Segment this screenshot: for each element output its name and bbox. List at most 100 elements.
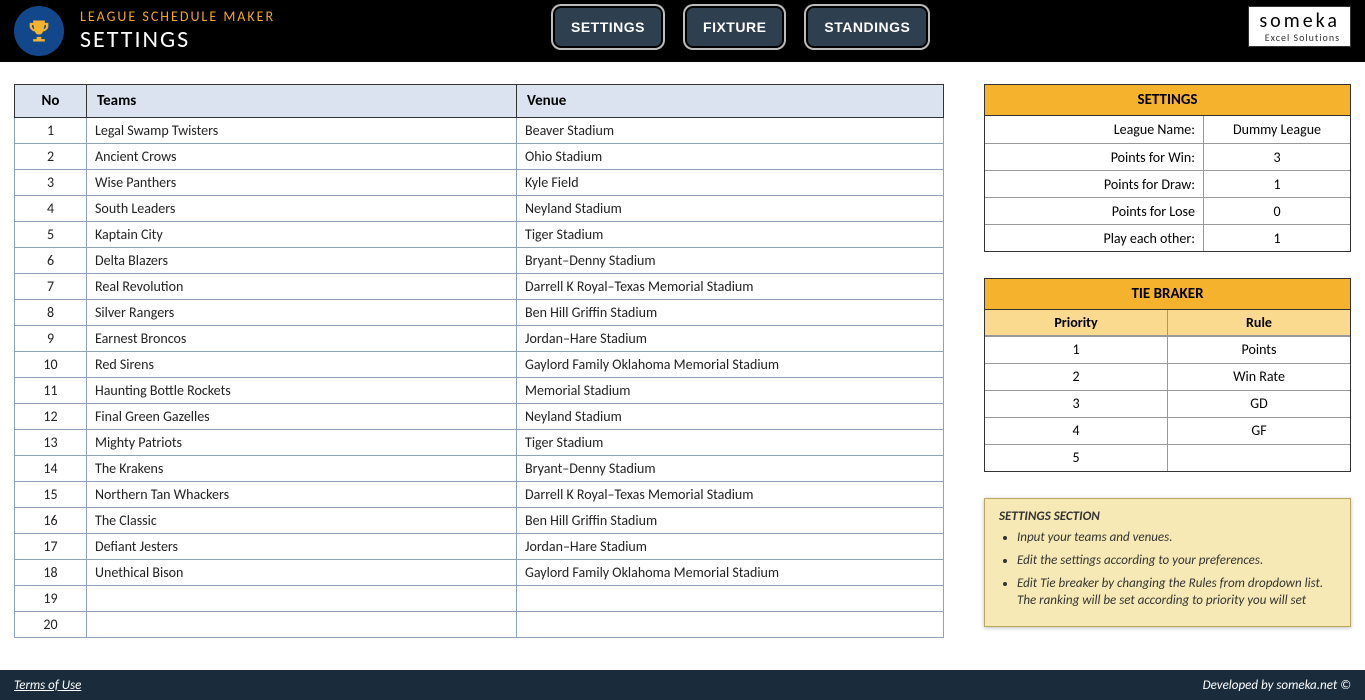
nav-standings-button[interactable]: STANDINGS	[808, 8, 926, 46]
cell-venue[interactable]: Neyland Stadium	[517, 196, 944, 222]
cell-venue[interactable]: Bryant–Denny Stadium	[517, 248, 944, 274]
cell-team[interactable]: Legal Swamp Twisters	[87, 118, 517, 144]
settings-value[interactable]: 1	[1204, 170, 1350, 197]
settings-label: Play each other:	[985, 224, 1204, 251]
tiebraker-panel: TIE BRAKER Priority Rule 1Points2Win Rat…	[984, 278, 1351, 472]
cell-no[interactable]: 16	[15, 508, 87, 534]
table-row: 5Kaptain CityTiger Stadium	[15, 222, 944, 248]
cell-venue[interactable]: Kyle Field	[517, 170, 944, 196]
cell-team[interactable]: The Classic	[87, 508, 517, 534]
table-row: 12Final Green GazellesNeyland Stadium	[15, 404, 944, 430]
cell-team[interactable]: Unethical Bison	[87, 560, 517, 586]
developer-credit: Developed by someka.net ©	[1203, 678, 1351, 693]
table-row: 17Defiant JestersJordan–Hare Stadium	[15, 534, 944, 560]
table-row: 14The KrakensBryant–Denny Stadium	[15, 456, 944, 482]
tie-priority: 4	[985, 417, 1168, 444]
cell-no[interactable]: 19	[15, 586, 87, 612]
tie-rule[interactable]	[1168, 444, 1350, 471]
cell-team[interactable]: Final Green Gazelles	[87, 404, 517, 430]
page-title: SETTINGS	[80, 25, 275, 54]
cell-team[interactable]: Delta Blazers	[87, 248, 517, 274]
cell-no[interactable]: 13	[15, 430, 87, 456]
tie-rule[interactable]: Points	[1168, 336, 1350, 363]
table-row: 20	[15, 612, 944, 638]
cell-venue[interactable]: Tiger Stadium	[517, 222, 944, 248]
table-row: 16The ClassicBen Hill Griffin Stadium	[15, 508, 944, 534]
tie-row: 5	[985, 444, 1350, 471]
cell-venue[interactable]: Memorial Stadium	[517, 378, 944, 404]
cell-team[interactable]: Northern Tan Whackers	[87, 482, 517, 508]
cell-no[interactable]: 2	[15, 144, 87, 170]
tie-rule[interactable]: GF	[1168, 417, 1350, 444]
nav-fixture-button[interactable]: FIXTURE	[687, 8, 782, 46]
cell-team[interactable]: Red Sirens	[87, 352, 517, 378]
cell-team[interactable]: Defiant Jesters	[87, 534, 517, 560]
cell-team[interactable]: The Krakens	[87, 456, 517, 482]
nav-settings-button[interactable]: SETTINGS	[555, 8, 661, 46]
cell-no[interactable]: 15	[15, 482, 87, 508]
cell-no[interactable]: 5	[15, 222, 87, 248]
cell-no[interactable]: 18	[15, 560, 87, 586]
settings-value[interactable]: 0	[1204, 197, 1350, 224]
settings-value[interactable]: 1	[1204, 224, 1350, 251]
cell-no[interactable]: 7	[15, 274, 87, 300]
cell-no[interactable]: 1	[15, 118, 87, 144]
cell-no[interactable]: 10	[15, 352, 87, 378]
cell-venue[interactable]: Darrell K Royal–Texas Memorial Stadium	[517, 274, 944, 300]
cell-venue[interactable]: Ben Hill Griffin Stadium	[517, 508, 944, 534]
cell-no[interactable]: 8	[15, 300, 87, 326]
cell-venue[interactable]	[517, 612, 944, 638]
cell-venue[interactable]: Bryant–Denny Stadium	[517, 456, 944, 482]
cell-venue[interactable]: Beaver Stadium	[517, 118, 944, 144]
cell-venue[interactable]: Neyland Stadium	[517, 404, 944, 430]
settings-label: Points for Draw:	[985, 170, 1204, 197]
cell-venue[interactable]: Darrell K Royal–Texas Memorial Stadium	[517, 482, 944, 508]
cell-venue[interactable]: Gaylord Family Oklahoma Memorial Stadium	[517, 560, 944, 586]
tie-priority: 3	[985, 390, 1168, 417]
tie-priority: 2	[985, 363, 1168, 390]
table-row: 10Red SirensGaylord Family Oklahoma Memo…	[15, 352, 944, 378]
tie-row: 2Win Rate	[985, 363, 1350, 390]
cell-team[interactable]: Ancient Crows	[87, 144, 517, 170]
cell-venue[interactable]: Jordan–Hare Stadium	[517, 534, 944, 560]
cell-venue[interactable]: Ben Hill Griffin Stadium	[517, 300, 944, 326]
cell-no[interactable]: 9	[15, 326, 87, 352]
settings-row: Points for Win:3	[985, 143, 1350, 170]
cell-no[interactable]: 17	[15, 534, 87, 560]
table-row: 13Mighty PatriotsTiger Stadium	[15, 430, 944, 456]
title-block: LEAGUE SCHEDULE MAKER SETTINGS	[80, 8, 275, 54]
cell-team[interactable]: Haunting Bottle Rockets	[87, 378, 517, 404]
cell-no[interactable]: 11	[15, 378, 87, 404]
help-item: Input your teams and venues.	[1017, 530, 1336, 547]
settings-value[interactable]: Dummy League	[1204, 116, 1350, 143]
help-title: SETTINGS SECTION	[999, 509, 1336, 524]
cell-team[interactable]	[87, 612, 517, 638]
col-teams: Teams	[87, 85, 517, 118]
cell-venue[interactable]: Jordan–Hare Stadium	[517, 326, 944, 352]
cell-no[interactable]: 4	[15, 196, 87, 222]
cell-no[interactable]: 12	[15, 404, 87, 430]
cell-team[interactable]: Mighty Patriots	[87, 430, 517, 456]
cell-team[interactable]: Silver Rangers	[87, 300, 517, 326]
brand-logo: someka Excel Solutions	[1248, 6, 1351, 47]
cell-venue[interactable]: Ohio Stadium	[517, 144, 944, 170]
tie-rule[interactable]: Win Rate	[1168, 363, 1350, 390]
terms-link[interactable]: Terms of Use	[14, 678, 81, 693]
cell-no[interactable]: 3	[15, 170, 87, 196]
cell-team[interactable]: Real Revolution	[87, 274, 517, 300]
cell-team[interactable]: Kaptain City	[87, 222, 517, 248]
tie-rule[interactable]: GD	[1168, 390, 1350, 417]
cell-team[interactable]: Earnest Broncos	[87, 326, 517, 352]
settings-value[interactable]: 3	[1204, 143, 1350, 170]
cell-venue[interactable]	[517, 586, 944, 612]
settings-label: Points for Win:	[985, 143, 1204, 170]
cell-team[interactable]	[87, 586, 517, 612]
cell-venue[interactable]: Gaylord Family Oklahoma Memorial Stadium	[517, 352, 944, 378]
cell-team[interactable]: Wise Panthers	[87, 170, 517, 196]
cell-venue[interactable]: Tiger Stadium	[517, 430, 944, 456]
cell-no[interactable]: 20	[15, 612, 87, 638]
help-item: Edit Tie breaker by changing the Rules f…	[1017, 576, 1336, 610]
cell-no[interactable]: 6	[15, 248, 87, 274]
cell-team[interactable]: South Leaders	[87, 196, 517, 222]
cell-no[interactable]: 14	[15, 456, 87, 482]
